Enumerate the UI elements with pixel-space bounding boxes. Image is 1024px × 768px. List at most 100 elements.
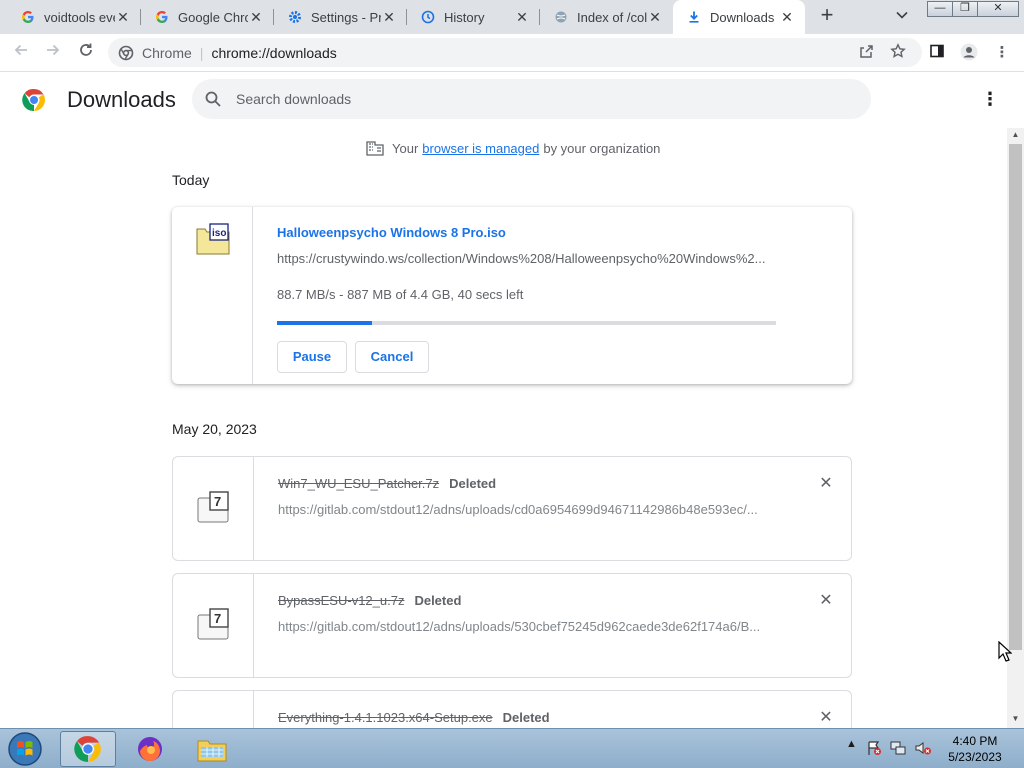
pause-button[interactable]: Pause	[277, 341, 347, 373]
clock-date: 5/23/2023	[948, 750, 1002, 764]
search-icon	[205, 91, 221, 107]
remove-from-list-icon[interactable]: ✕	[818, 476, 834, 492]
file-icon-column	[173, 691, 254, 728]
deleted-filename: Everything-1.4.1.1023.x64-Setup.exe	[278, 710, 493, 725]
omnibox-scheme-label: Chrome	[142, 44, 192, 61]
downloads-header: Downloads ⋮	[0, 72, 1024, 128]
browser-managed-link[interactable]: browser is managed	[422, 141, 539, 156]
browser-toolbar: Chrome | chrome://downloads ⋮	[0, 34, 1024, 72]
tab-close-icon[interactable]: ✕	[514, 9, 530, 26]
tab-downloads[interactable]: Downloads ✕	[673, 0, 805, 34]
download-filename-row: BypassESU-v12_u.7z Deleted	[278, 593, 461, 608]
download-source-url[interactable]: https://crustywindo.ws/collection/Window…	[277, 251, 777, 266]
building-icon	[366, 141, 384, 156]
search-input[interactable]	[236, 91, 836, 107]
download-item-deleted: 7 Win7_WU_ESU_Patcher.7z Deleted https://…	[172, 456, 852, 561]
tab-close-icon[interactable]: ✕	[381, 9, 397, 26]
scroll-down-arrow-icon[interactable]: ▼	[1007, 714, 1024, 723]
restore-button[interactable]: ❐	[952, 1, 978, 17]
svg-text:iso: iso	[212, 228, 226, 239]
download-progress-fill	[277, 321, 372, 325]
chrome-logo-icon	[74, 736, 101, 762]
more-actions-icon[interactable]: ⋮	[980, 88, 1000, 110]
firefox-icon	[138, 737, 162, 761]
tab-title: Google Chrome	[178, 9, 248, 25]
reload-icon[interactable]	[75, 42, 97, 64]
page-title: Downloads	[67, 87, 176, 112]
search-box[interactable]	[192, 79, 871, 119]
tab-search-chevron-icon[interactable]	[896, 8, 908, 22]
tab-index-of-collection[interactable]: Index of /collection ✕	[540, 0, 673, 34]
tab-title: voidtools everything	[44, 9, 115, 25]
file-explorer-icon	[197, 740, 227, 762]
taskbar-chrome-button[interactable]	[60, 731, 116, 767]
minimize-button[interactable]: —	[927, 1, 953, 17]
back-arrow-icon[interactable]	[10, 42, 32, 64]
taskbar-clock[interactable]: 4:40 PM 5/23/2023	[944, 733, 1006, 765]
action-center-flag-icon[interactable]	[866, 740, 882, 759]
network-icon[interactable]	[890, 740, 906, 759]
iso-file-icon: iso	[196, 223, 230, 255]
close-window-button[interactable]: ✕	[977, 1, 1019, 17]
globe-icon	[553, 9, 569, 25]
taskbar-explorer-button[interactable]	[184, 731, 240, 767]
managed-prefix: Your	[392, 140, 419, 156]
page-scrollbar[interactable]: ▲ ▼	[1007, 128, 1024, 728]
chrome-site-icon	[118, 45, 134, 60]
chrome-menu-icon[interactable]: ⋮	[992, 43, 1012, 61]
deleted-filename: Win7_WU_ESU_Patcher.7z	[278, 476, 440, 491]
tab-google-chrome[interactable]: Google Chrome ✕	[141, 0, 274, 34]
remove-from-list-icon[interactable]: ✕	[818, 710, 834, 726]
bookmark-star-icon[interactable]	[888, 43, 908, 63]
tab-voidtools[interactable]: voidtools everything ✕	[0, 0, 141, 34]
side-panel-icon[interactable]	[927, 43, 947, 63]
svg-text:7: 7	[214, 494, 221, 509]
download-filename-link[interactable]: Halloweenpsycho Windows 8 Pro.iso	[277, 225, 506, 240]
download-progress-bar	[277, 321, 776, 325]
tab-close-icon[interactable]: ✕	[647, 9, 663, 26]
omnibox-divider: |	[199, 44, 204, 61]
download-item-deleted: Everything-1.4.1.1023.x64-Setup.exe Delet…	[172, 690, 852, 728]
new-tab-button[interactable]: +	[815, 4, 839, 28]
cancel-button[interactable]: Cancel	[355, 341, 429, 373]
address-bar[interactable]: Chrome | chrome://downloads	[108, 38, 922, 67]
mouse-cursor-icon	[998, 641, 1012, 662]
omnibox-url: chrome://downloads	[211, 44, 337, 61]
download-source-url[interactable]: https://gitlab.com/stdout12/adns/uploads…	[278, 619, 778, 634]
tab-close-icon[interactable]: ✕	[248, 9, 264, 26]
svg-text:7: 7	[214, 611, 221, 626]
deleted-tag: Deleted	[414, 593, 462, 608]
tab-close-icon[interactable]: ✕	[115, 9, 131, 26]
date-header-may-20: May 20, 2023	[172, 421, 257, 437]
tab-strip: voidtools everything ✕ Google Chrome ✕ S…	[0, 0, 1024, 34]
download-source-url[interactable]: https://gitlab.com/stdout12/adns/uploads…	[278, 502, 778, 517]
windows-start-icon[interactable]	[6, 731, 44, 767]
download-icon	[686, 9, 702, 25]
volume-muted-icon[interactable]	[914, 740, 932, 759]
history-clock-icon	[420, 9, 436, 25]
download-filename-row: Win7_WU_ESU_Patcher.7z Deleted	[278, 476, 496, 491]
tab-history[interactable]: History ✕	[407, 0, 540, 34]
taskbar-firefox-button[interactable]	[122, 731, 178, 767]
download-filename-row: Everything-1.4.1.1023.x64-Setup.exe Delet…	[278, 710, 550, 725]
google-g-icon	[20, 9, 36, 25]
tab-title: History	[444, 9, 485, 25]
download-progress-status: 88.7 MB/s - 887 MB of 4.4 GB, 40 secs le…	[277, 287, 524, 302]
show-hidden-icons-icon[interactable]: ▲	[846, 738, 857, 750]
google-g-icon	[154, 9, 170, 25]
tab-title: Downloads	[710, 9, 775, 25]
clock-time: 4:40 PM	[952, 734, 998, 748]
tab-settings[interactable]: Settings - Privacy ✕	[274, 0, 407, 34]
profile-avatar-icon[interactable]	[959, 43, 979, 65]
share-icon[interactable]	[856, 43, 876, 63]
download-item-active: iso Halloweenpsycho Windows 8 Pro.iso ht…	[172, 207, 852, 384]
remove-from-list-icon[interactable]: ✕	[818, 593, 834, 609]
forward-arrow-icon[interactable]	[42, 42, 64, 64]
tab-title: Index of /collection	[577, 9, 647, 25]
download-item-deleted: 7 BypassESU-v12_u.7z Deleted https://gitl…	[172, 573, 852, 678]
managed-notice: Your browser is managed by your organiza…	[366, 140, 660, 156]
scroll-up-arrow-icon[interactable]: ▲	[1007, 130, 1024, 139]
scrollbar-thumb[interactable]	[1009, 144, 1022, 650]
tab-close-icon[interactable]: ✕	[779, 9, 795, 26]
settings-gear-icon	[287, 9, 303, 25]
